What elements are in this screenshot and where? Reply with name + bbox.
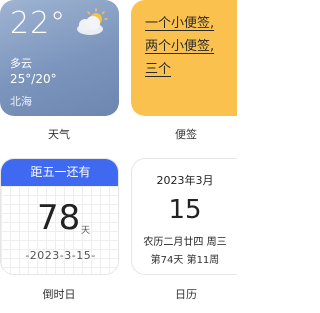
weather-temperature-range: 25°/20° [10,72,57,86]
countdown-days: 78 [37,198,81,238]
weather-city: 北海 [10,95,32,108]
countdown-widget-label: 倒时日 [42,288,76,301]
weather-temperature: 22° [10,6,67,41]
calendar-widget-label: 日历 [175,288,197,301]
calendar-widget[interactable]: 2023年3月 15 农历二月廿四 周三 第74天 第11周 [131,158,237,275]
calendar-month: 2023年3月 [156,174,214,187]
calendar-lunar-date: 农历二月廿四 周三 [143,237,227,248]
notes-widget[interactable]: 一个小便签, 两个小便签, 三个 [131,0,237,116]
partly-cloudy-icon [77,8,108,35]
countdown-header: 距五一还有 [1,159,118,186]
countdown-date: -2023-3-15- [25,249,96,262]
note-line-1: 一个小便签, [145,16,215,31]
weather-condition: 多云 [10,57,32,70]
countdown-widget[interactable]: 距五一还有 78 天 -2023-3-15- [0,158,119,275]
note-line-3: 三个 [145,62,172,77]
calendar-week-info: 第74天 第11周 [150,255,220,266]
calendar-day: 15 [168,195,202,225]
weather-widget-label: 天气 [48,128,70,141]
weather-widget[interactable]: 22° 多云 25°/20° 北海 [0,0,119,116]
note-line-2: 两个小便签, [145,39,215,54]
countdown-unit: 天 [81,226,91,236]
notes-widget-label: 便签 [175,128,197,141]
